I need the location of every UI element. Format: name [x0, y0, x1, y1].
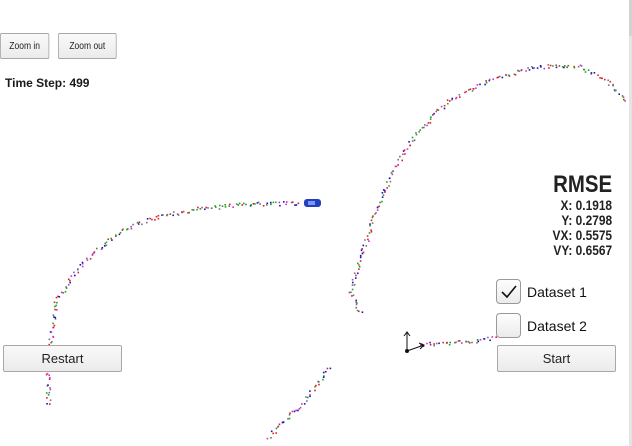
rmse-title: RMSE [553, 171, 612, 198]
measurement-points [45, 64, 626, 440]
start-button[interactable]: Start [497, 345, 616, 372]
rmse-vx: VX: 0.5575 [552, 227, 612, 243]
simulator-canvas[interactable] [0, 0, 632, 444]
dataset-1-option[interactable]: Dataset 1 [496, 279, 587, 304]
restart-button[interactable]: Restart [3, 345, 122, 372]
checkmark-icon [500, 284, 517, 298]
origin-axes-icon [403, 331, 425, 353]
rmse-vy: VY: 0.6567 [553, 242, 612, 258]
zoom-out-button[interactable]: Zoom out [58, 33, 117, 59]
dataset-1-checkbox[interactable] [496, 279, 521, 304]
car-icon [304, 199, 321, 207]
dataset-2-option[interactable]: Dataset 2 [496, 313, 587, 338]
dataset-2-checkbox[interactable] [496, 313, 521, 338]
rmse-y: Y: 0.2798 [561, 212, 612, 228]
dataset-2-label: Dataset 2 [527, 317, 587, 334]
time-step-label: Time Step: 499 [5, 76, 90, 90]
dataset-1-label: Dataset 1 [527, 283, 587, 300]
rmse-x: X: 0.1918 [560, 197, 612, 213]
trajectory-plot [45, 64, 626, 440]
zoom-in-button[interactable]: Zoom in [0, 33, 50, 59]
rmse-panel: RMSE X: 0.1918 Y: 0.2798 VX: 0.5575 VY: … [542, 172, 612, 258]
